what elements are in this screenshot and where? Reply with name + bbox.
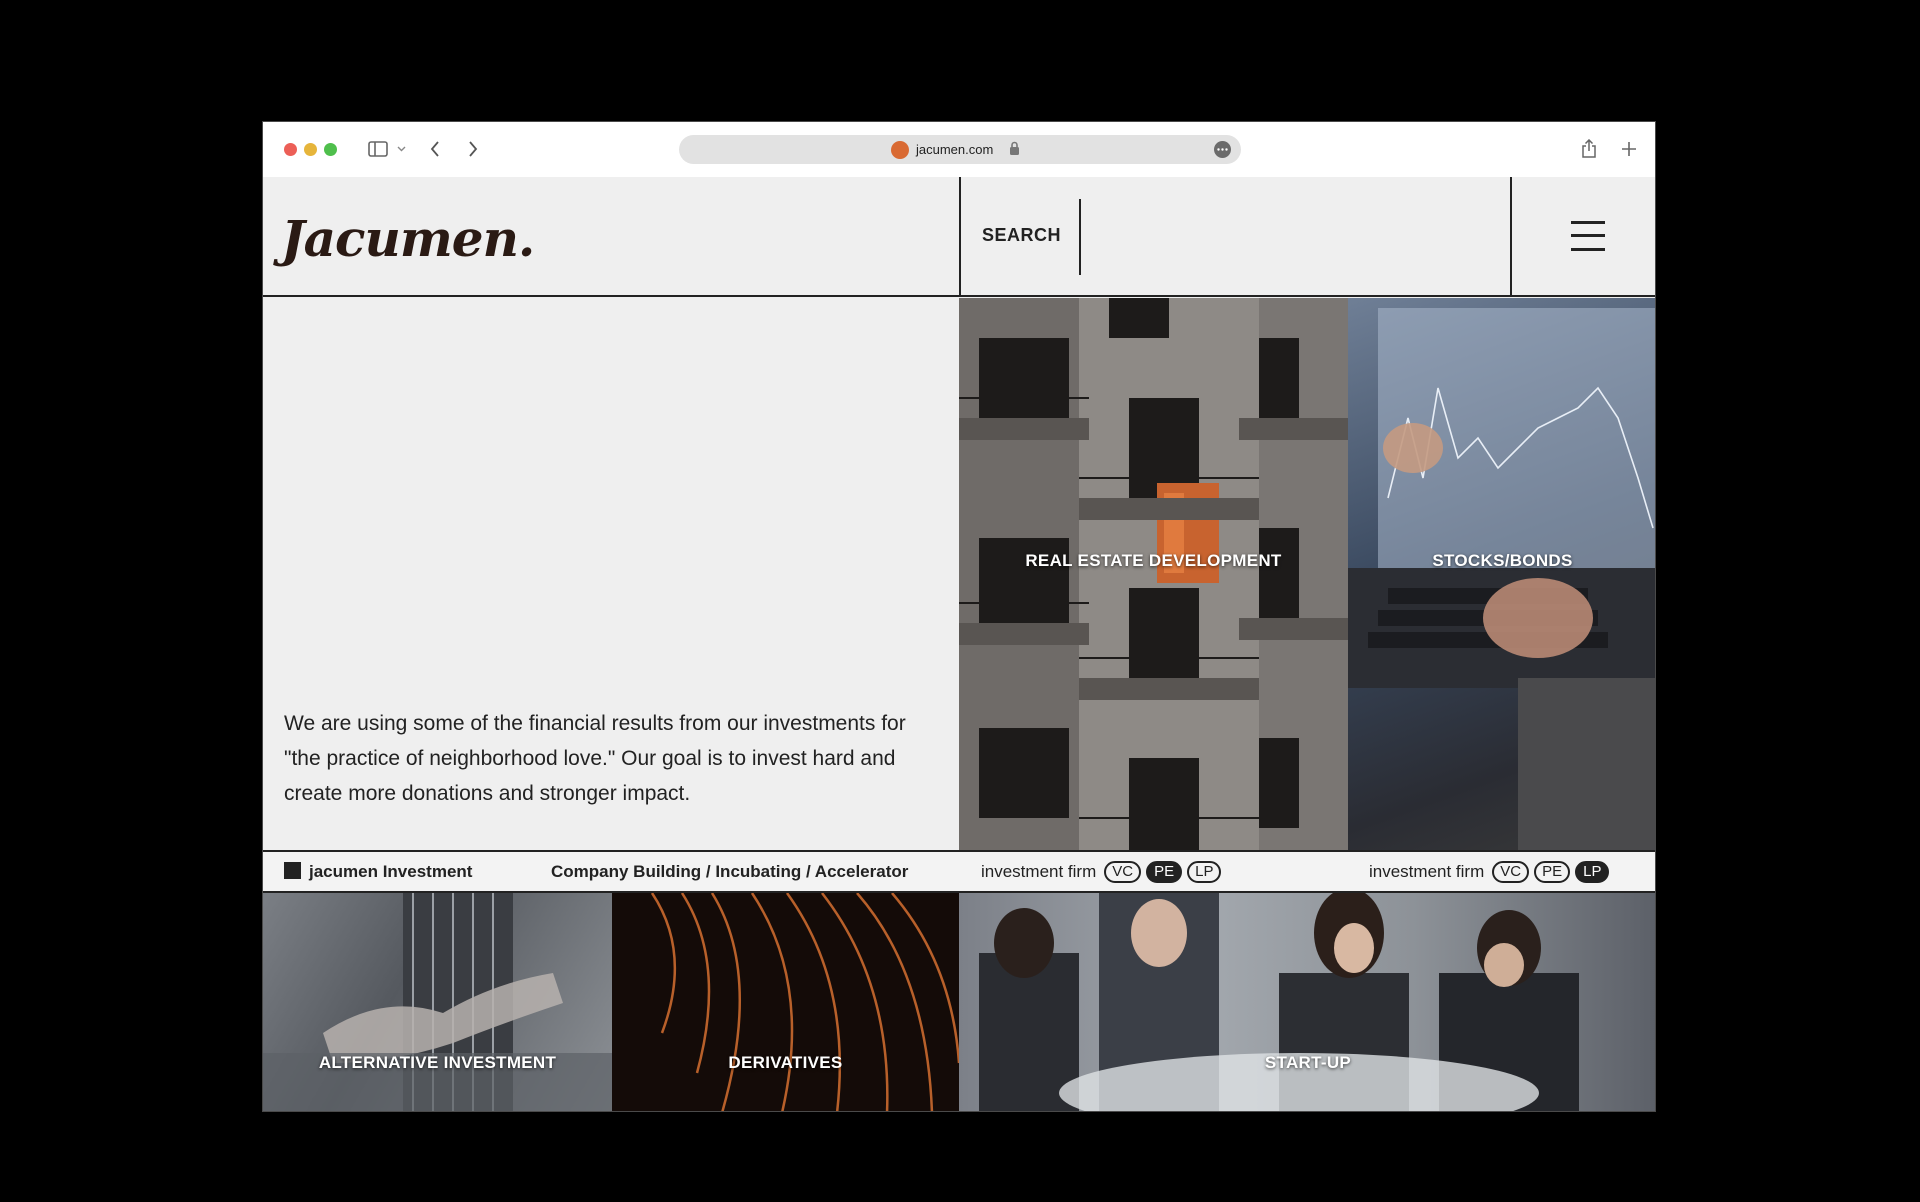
- zoom-window-button[interactable]: [324, 143, 337, 156]
- sidebar-toggle-icon[interactable]: [363, 136, 393, 162]
- services-label: Company Building / Incubating / Accelera…: [551, 862, 909, 881]
- close-window-button[interactable]: [284, 143, 297, 156]
- brand-label: jacumen Investment: [309, 862, 473, 881]
- info-bar: jacumen Investment Company Building / In…: [263, 850, 1655, 893]
- browser-window: jacumen.com Jacumen. SEARCH We are using…: [262, 121, 1656, 1112]
- abstract-lines-photo: [650, 893, 959, 1111]
- handshake-photo: [263, 893, 612, 1111]
- lock-icon: [1009, 141, 1020, 161]
- more-options-icon[interactable]: [1214, 141, 1231, 158]
- pill-vc[interactable]: VC: [1492, 861, 1530, 883]
- forward-icon[interactable]: [461, 136, 485, 162]
- tile-label: REAL ESTATE DEVELOPMENT: [1025, 551, 1282, 570]
- tile-label: STOCKS/BONDS: [1432, 551, 1573, 570]
- building-photo: [959, 298, 1348, 850]
- site-favicon-icon: [891, 141, 909, 159]
- tile-start-up[interactable]: START-UP: [959, 893, 1655, 1111]
- investment-firm-group: investment firm VC PE LP: [1369, 861, 1610, 883]
- brand-item: jacumen Investment: [284, 862, 472, 882]
- tile-label: DERIVATIVES: [728, 1053, 843, 1072]
- search-input[interactable]: [1079, 199, 1499, 275]
- firm-label: investment firm: [981, 862, 1097, 881]
- chevron-down-icon[interactable]: [395, 136, 407, 162]
- intro-section: We are using some of the financial resul…: [263, 298, 959, 850]
- pill-vc[interactable]: VC: [1104, 861, 1142, 883]
- tile-derivatives[interactable]: DERIVATIVES: [612, 893, 959, 1111]
- tile-stocks-bonds[interactable]: STOCKS/BONDS: [1348, 298, 1655, 850]
- address-url: jacumen.com: [916, 142, 994, 157]
- new-tab-icon[interactable]: [1617, 136, 1641, 162]
- address-bar[interactable]: jacumen.com: [679, 135, 1241, 164]
- search-area: SEARCH: [959, 177, 1512, 295]
- site-logo[interactable]: Jacumen.: [281, 209, 535, 268]
- investment-firm-group: investment firm VC PE LP: [981, 861, 1222, 883]
- pill-pe[interactable]: PE: [1146, 861, 1183, 883]
- search-label[interactable]: SEARCH: [982, 225, 1061, 246]
- pill-pe[interactable]: PE: [1534, 861, 1571, 883]
- stock-chart-photo: [1348, 308, 1655, 850]
- pill-lp[interactable]: LP: [1575, 861, 1610, 883]
- hamburger-menu-icon[interactable]: [1571, 219, 1605, 253]
- site-header: Jacumen. SEARCH: [263, 177, 1655, 297]
- meeting-photo: [979, 893, 1579, 1111]
- tile-label: ALTERNATIVE INVESTMENT: [318, 1053, 557, 1072]
- firm-label: investment firm: [1369, 862, 1485, 881]
- tile-real-estate-development[interactable]: REAL ESTATE DEVELOPMENT: [959, 298, 1348, 850]
- pill-lp[interactable]: LP: [1187, 861, 1222, 883]
- intro-text: We are using some of the financial resul…: [284, 712, 906, 805]
- back-icon[interactable]: [423, 136, 447, 162]
- tile-alternative-investment[interactable]: ALTERNATIVE INVESTMENT: [263, 893, 612, 1111]
- share-icon[interactable]: [1577, 136, 1601, 162]
- square-bullet-icon: [284, 862, 301, 879]
- minimize-window-button[interactable]: [304, 143, 317, 156]
- browser-toolbar: jacumen.com: [263, 122, 1655, 177]
- tile-label: START-UP: [1264, 1053, 1352, 1072]
